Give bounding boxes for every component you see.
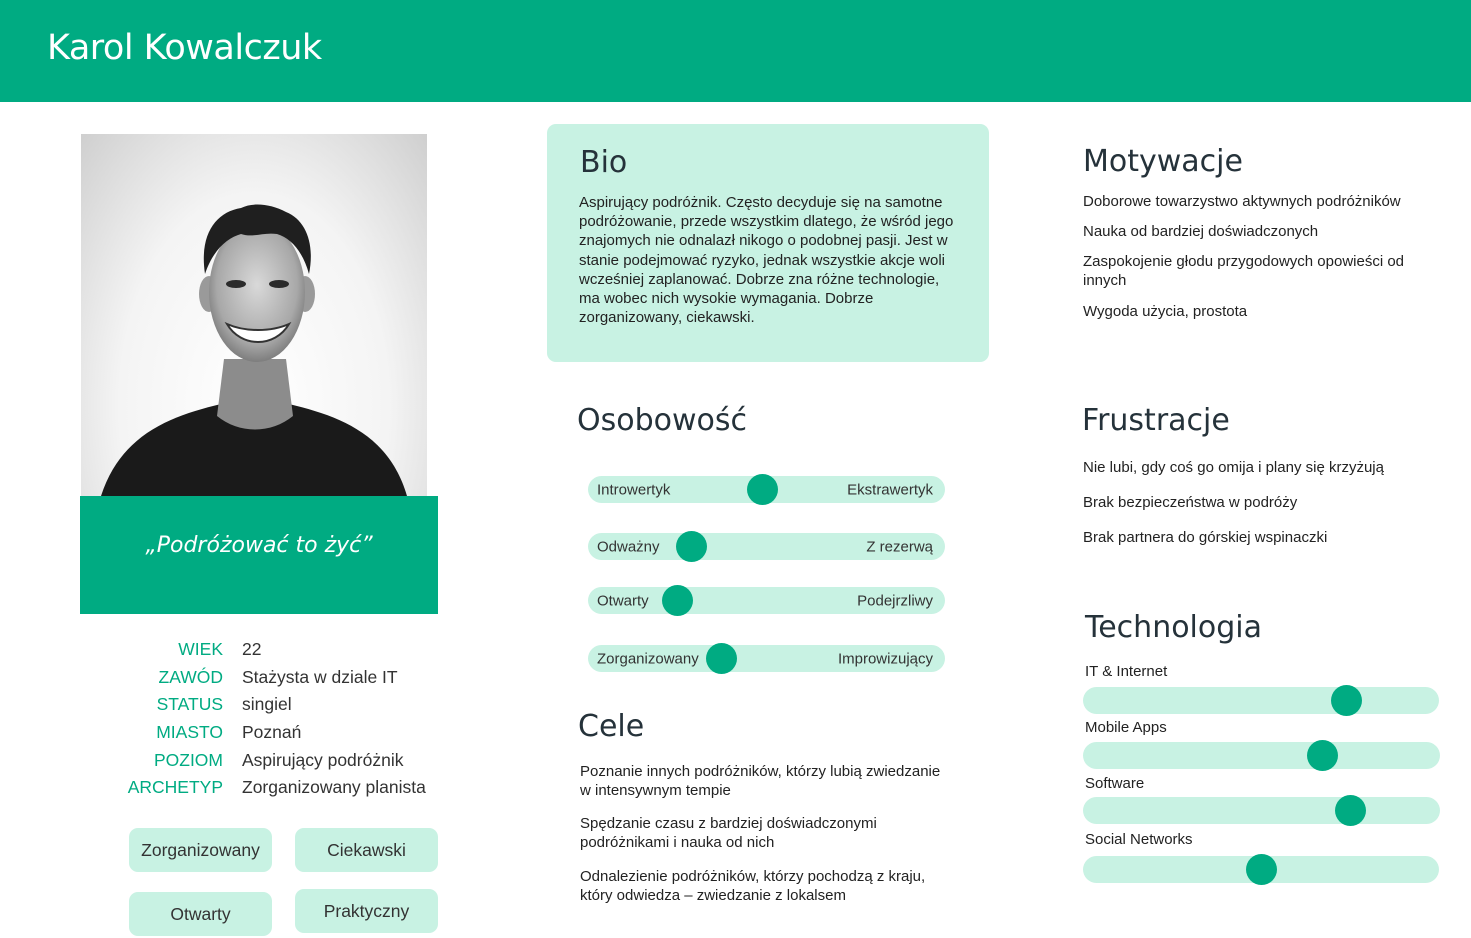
- scale-knob: [747, 474, 779, 505]
- fact-row-occupation: ZAWÓD Stażysta w dziale IT: [95, 664, 426, 692]
- frustration-item: Nie lubi, gdy coś go omija i plany się k…: [1083, 459, 1384, 476]
- frustration-item: Brak bezpieczeństwa w podróży: [1083, 494, 1298, 511]
- tech-label: Mobile Apps: [1085, 719, 1167, 736]
- personality-scale: Introwertyk Ekstrawertyk: [588, 474, 945, 505]
- personality-scale: Odważny Z rezerwą: [588, 531, 945, 562]
- tech-label: Social Networks: [1085, 831, 1193, 848]
- goal-item: Spędzanie czasu z bardziej doświadczonym…: [580, 815, 877, 851]
- motivations-title: Motywacje: [1083, 144, 1243, 179]
- trait-tag-practical: Praktyczny: [295, 889, 438, 933]
- technology-title: Technologia: [1085, 610, 1263, 645]
- tech-scale: [1083, 685, 1439, 716]
- fact-row-level: POZIOM Aspirujący podróżnik: [95, 746, 426, 774]
- scale-left-label: Otwarty: [597, 592, 649, 609]
- scale-knob: [1335, 795, 1367, 826]
- scale-knob: [1306, 740, 1338, 771]
- persona-quote: „Podróżować to żyć”: [145, 533, 373, 558]
- fact-value: 22: [242, 639, 262, 660]
- scale-left-label: Zorganizowany: [597, 650, 699, 667]
- fact-value: Stażysta w dziale IT: [242, 666, 398, 687]
- trait-tag-organized: Zorganizowany: [129, 828, 272, 872]
- tech-scale: [1083, 795, 1440, 826]
- quote-box: „Podróżować to żyć”: [80, 496, 438, 614]
- scale-right-label: Improwizujący: [837, 650, 933, 667]
- tech-scale: [1083, 854, 1439, 885]
- header-bar: Karol Kowalczuk: [0, 0, 1471, 102]
- fact-value: Poznań: [242, 722, 302, 743]
- goal-item: Odnalezienie podróżników, którzy pochodz…: [580, 868, 926, 904]
- motivation-item: Zaspokojenie głodu przygodowych opowieśc…: [1083, 253, 1405, 289]
- personality-scale: Zorganizowany Improwizujący: [588, 643, 945, 674]
- goal-item: Poznanie innych podróżników, którzy lubi…: [580, 763, 941, 799]
- persona-facts: WIEK 22 ZAWÓD Stażysta w dziale IT STATU…: [95, 636, 426, 802]
- tech-scale: [1083, 740, 1440, 771]
- scale-right-label: Z rezerwą: [866, 538, 933, 555]
- motivation-item: Nauka od bardziej doświadczonych: [1083, 223, 1319, 240]
- scale-right-label: Ekstrawertyk: [847, 481, 933, 498]
- personality-title: Osobowość: [577, 403, 748, 438]
- fact-row-status: STATUS singiel: [95, 691, 426, 719]
- fact-row-age: WIEK 22: [95, 636, 426, 664]
- scale-left-label: Odważny: [597, 538, 660, 555]
- fact-value: Aspirujący podróżnik: [242, 749, 404, 770]
- bio-title: Bio: [580, 145, 628, 180]
- fact-label: ZAWÓD: [158, 666, 223, 687]
- fact-label: WIEK: [178, 639, 223, 660]
- scale-right-label: Podejrzliwy: [857, 592, 933, 609]
- fact-label: STATUS: [156, 694, 223, 715]
- fact-label: MIASTO: [156, 722, 223, 743]
- motivation-item: Wygoda użycia, prostota: [1083, 303, 1248, 320]
- trait-tag-curious: Ciekawski: [295, 828, 438, 872]
- tech-label: Software: [1085, 775, 1145, 792]
- persona-name: Karol Kowalczuk: [47, 28, 322, 68]
- profile-photo: [81, 134, 427, 496]
- motivation-item: Doborowe towarzystwo aktywnych podróżnik…: [1083, 193, 1401, 210]
- personality-scale: Otwarty Podejrzliwy: [588, 585, 945, 616]
- bio-text: Aspirujący podróżnik. Często decyduje si…: [579, 194, 954, 327]
- tech-label: IT & Internet: [1085, 663, 1168, 680]
- fact-row-city: MIASTO Poznań: [95, 719, 426, 747]
- trait-tag-open: Otwarty: [129, 892, 272, 936]
- fact-label: ARCHETYP: [127, 777, 223, 798]
- scale-knob: [706, 643, 738, 674]
- fact-label: POZIOM: [153, 749, 223, 770]
- frustrations-title: Frustracje: [1082, 403, 1230, 438]
- scale-knob: [676, 531, 708, 562]
- scale-left-label: Introwertyk: [597, 481, 671, 498]
- bio-card: Bio Aspirujący podróżnik. Często decyduj…: [547, 124, 989, 362]
- fact-row-archetype: ARCHETYP Zorganizowany planista: [95, 774, 426, 802]
- scale-knob: [661, 585, 693, 616]
- person-portrait-image: [101, 204, 407, 496]
- scale-knob: [1330, 685, 1362, 716]
- goals-title: Cele: [578, 709, 645, 744]
- frustration-item: Brak partnera do górskiej wspinaczki: [1083, 529, 1328, 546]
- fact-value: Zorganizowany planista: [242, 777, 426, 798]
- fact-value: singiel: [242, 694, 292, 715]
- scale-knob: [1245, 854, 1277, 885]
